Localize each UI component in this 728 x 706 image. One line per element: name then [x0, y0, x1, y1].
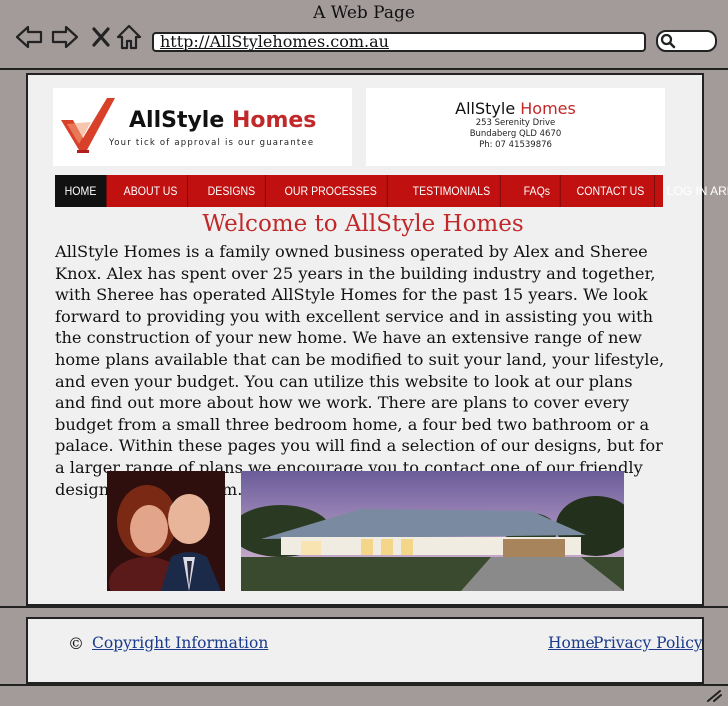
copyright-link[interactable]: Copyright Information	[92, 634, 268, 652]
close-icon[interactable]	[86, 22, 116, 52]
statusbar-divider	[0, 684, 728, 686]
back-arrow-icon[interactable]	[14, 22, 44, 52]
tick-logo-icon	[61, 98, 115, 153]
nav-bar: HOME ABOUT US DESIGNS OUR PROCESSES TEST…	[55, 175, 728, 207]
page-title: Welcome to AllStyle Homes	[202, 211, 524, 237]
nav-item-testimonials[interactable]: TESTIMONIALS	[403, 175, 501, 207]
contact-name-part1: AllStyle	[455, 99, 521, 118]
intro-paragraph: AllStyle Homes is a family owned busines…	[55, 242, 665, 499]
search-icon	[660, 33, 676, 49]
brand-tagline: Your tick of approval is our guarantee	[109, 138, 315, 148]
home-icon[interactable]	[114, 22, 144, 52]
nav-item-about-us[interactable]: ABOUT US	[114, 175, 189, 207]
nav-item-contact-us[interactable]: CONTACT US	[567, 175, 655, 207]
contact-name: AllStyle Homes	[366, 99, 665, 118]
footer-home-link[interactable]: Home	[548, 634, 595, 652]
url-bar[interactable]: http://AllStylehomes.com.au	[152, 32, 646, 52]
resize-grip-icon[interactable]	[704, 688, 722, 702]
brand-name-part1: AllStyle	[129, 108, 232, 133]
nav-item-our-processes[interactable]: OUR PROCESSES	[275, 175, 388, 207]
copyright-symbol: ©	[68, 634, 84, 653]
contact-name-part2: Homes	[520, 99, 576, 118]
forward-arrow-icon[interactable]	[50, 22, 80, 52]
content-divider	[0, 606, 728, 608]
brand-name: AllStyle Homes	[129, 108, 316, 133]
nav-item-designs[interactable]: DESIGNS	[198, 175, 266, 207]
brand-name-part2: Homes	[231, 108, 317, 133]
search-box[interactable]	[656, 30, 717, 52]
house-photo	[241, 471, 624, 591]
contact-card: AllStyle Homes 253 Serenity Drive Bundab…	[366, 88, 665, 166]
owners-photo	[107, 471, 225, 591]
nav-item-home[interactable]: HOME	[55, 175, 107, 207]
window-title: A Web Page	[313, 3, 415, 23]
nav-item-faqs[interactable]: FAQs	[514, 175, 561, 207]
contact-phone: Ph: 07 41539876	[479, 140, 552, 150]
privacy-policy-link[interactable]: Privacy Policy	[593, 634, 703, 652]
nav-item-login-area[interactable]: LOG IN AREA	[667, 175, 728, 207]
brand-logo[interactable]: AllStyle Homes Your tick of approval is …	[53, 88, 352, 166]
toolbar-divider	[0, 68, 728, 70]
contact-address-line2: Bundaberg QLD 4670	[469, 129, 562, 139]
contact-address-line1: 253 Serenity Drive	[475, 118, 556, 128]
